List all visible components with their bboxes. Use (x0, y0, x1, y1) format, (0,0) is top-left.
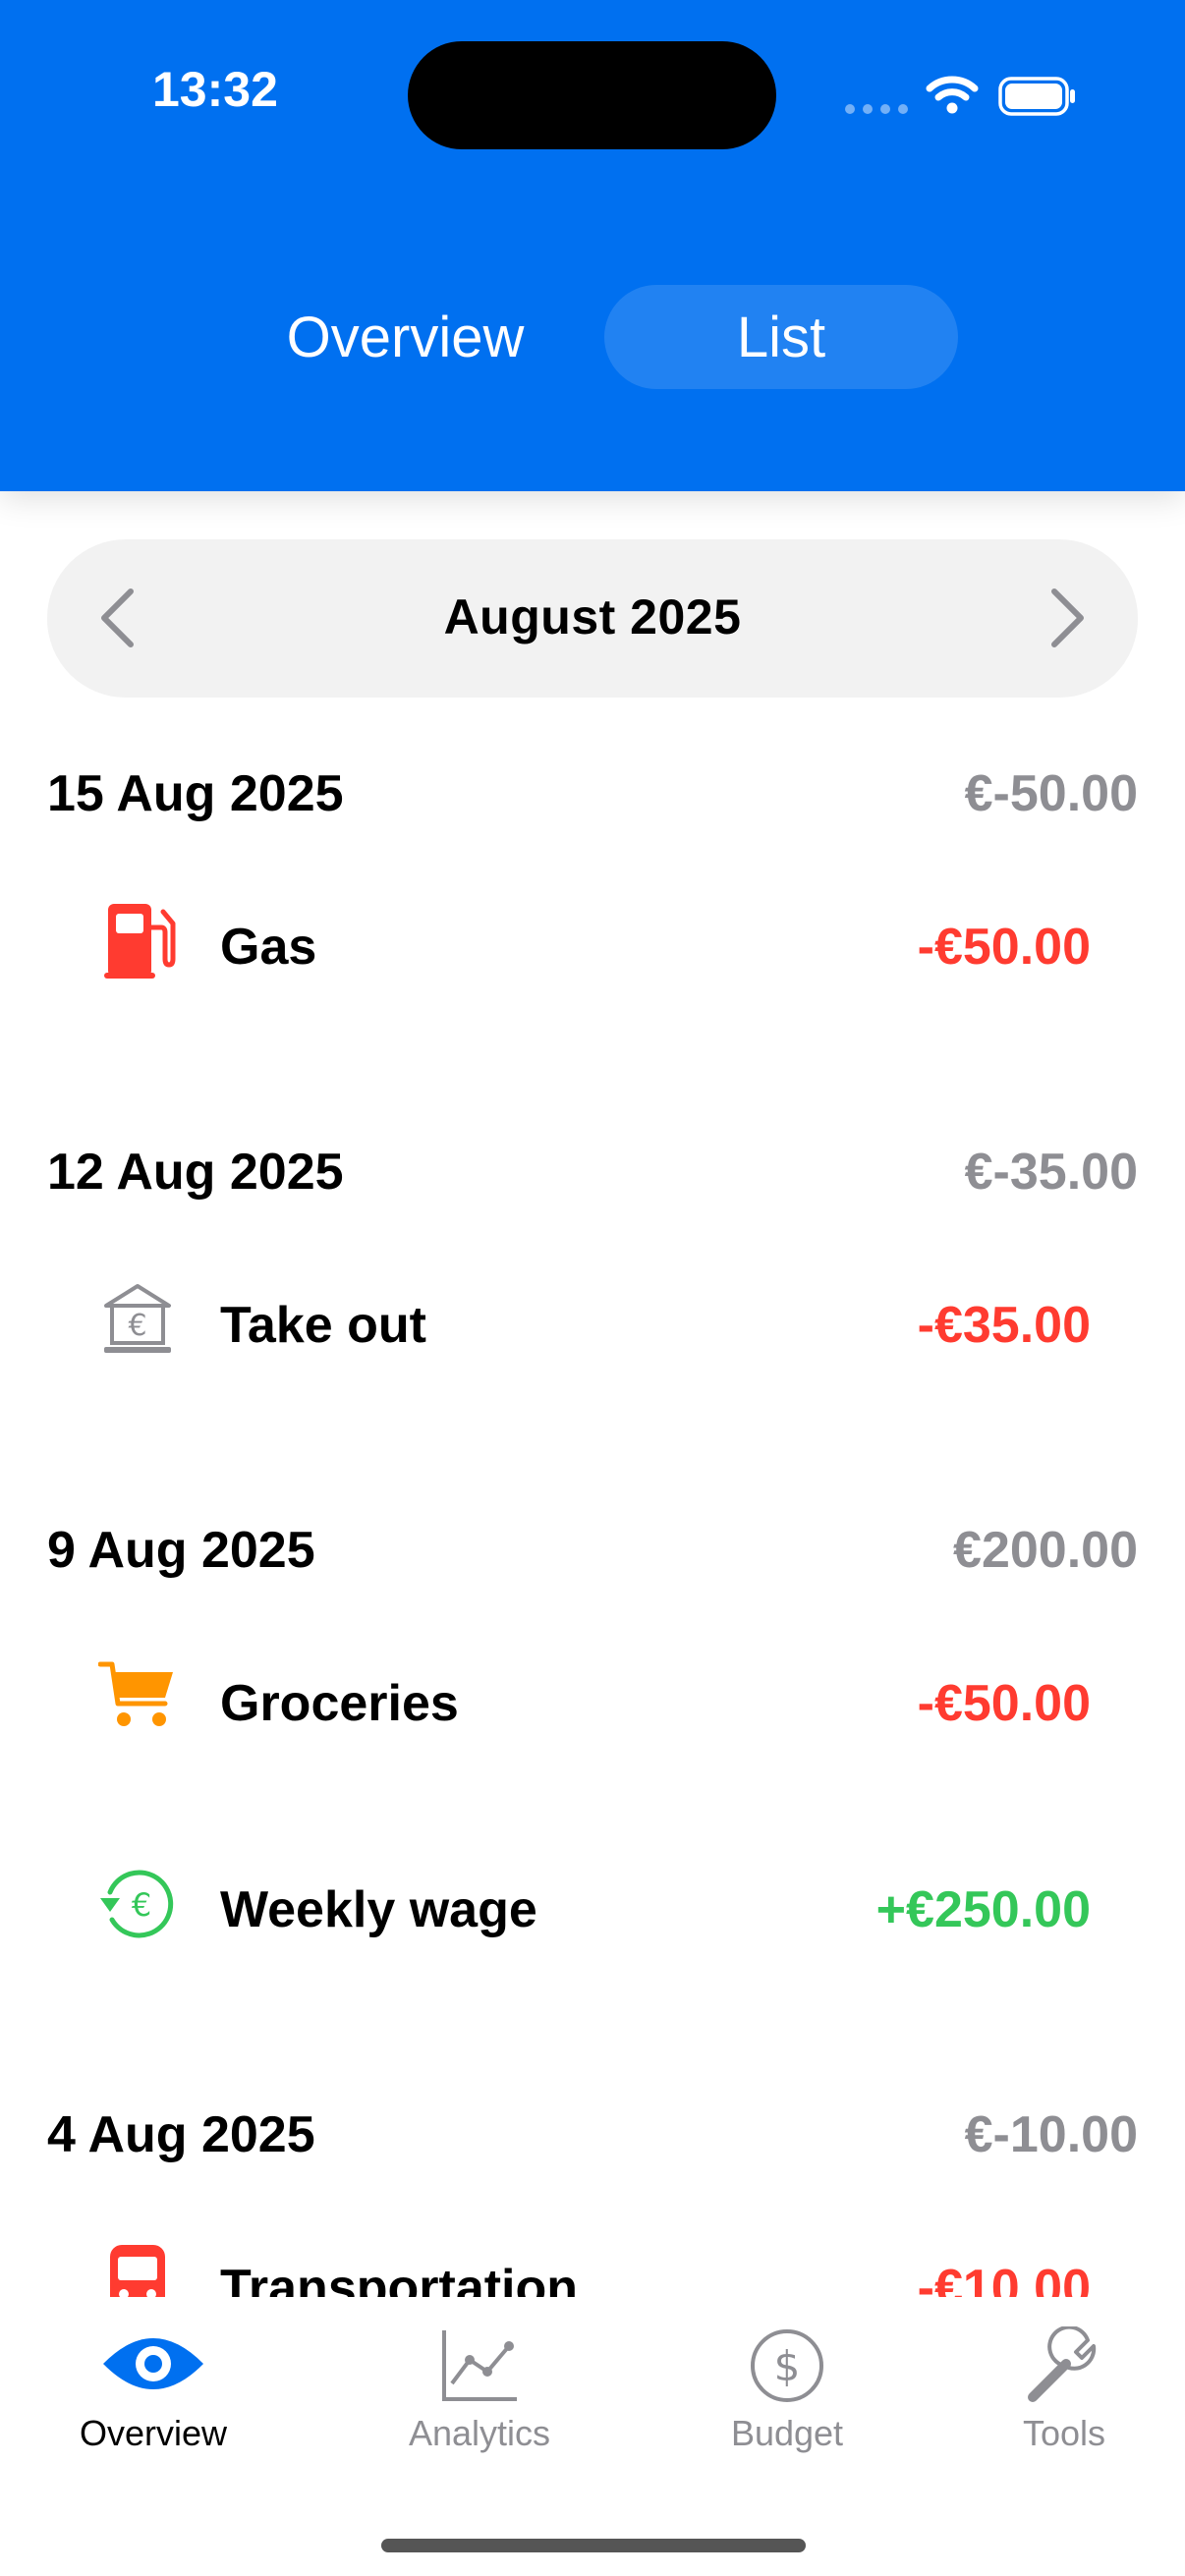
wrench-icon (1028, 2326, 1097, 2402)
month-selector: August 2025 (47, 539, 1138, 698)
transaction-row[interactable]: Gas -€50.00 (98, 902, 1091, 1000)
transaction-row[interactable]: Groceries -€50.00 (98, 1658, 1091, 1757)
eye-icon (103, 2338, 203, 2389)
svg-text:€: € (132, 1886, 151, 1924)
month-label: August 2025 (443, 589, 742, 644)
tab-analytics[interactable]: Analytics (352, 2297, 607, 2454)
segment-overview[interactable]: Overview (251, 285, 560, 389)
status-time: 13:32 (152, 62, 278, 117)
battery-icon (998, 77, 1075, 116)
svg-text:€: € (128, 1309, 146, 1343)
top-header: 13:32 Overview List (0, 0, 1185, 491)
day-date: 15 Aug 2025 (47, 765, 344, 822)
transaction-name: Groceries (220, 1675, 459, 1732)
transaction-name: Take out (220, 1297, 426, 1354)
transaction-amount: -€50.00 (917, 919, 1091, 976)
transaction-row[interactable]: € Weekly wage +€250.00 (98, 1865, 1091, 1963)
transaction-row[interactable]: € Take out -€35.00 (98, 1280, 1091, 1378)
shopping-cart-icon (98, 1661, 173, 1726)
day-total: €200.00 (953, 1522, 1138, 1579)
tab-budget[interactable]: $ Budget (659, 2297, 915, 2454)
tab-overview[interactable]: Overview (26, 2297, 281, 2454)
home-indicator[interactable] (381, 2539, 806, 2552)
chevron-right-icon[interactable] (1030, 584, 1099, 652)
segment-list[interactable]: List (604, 285, 958, 389)
chart-icon (442, 2330, 517, 2401)
wifi-icon (926, 76, 979, 114)
day-total: €-10.00 (964, 2106, 1138, 2163)
day-header: 12 Aug 2025 €-35.00 (47, 1143, 1138, 1211)
day-header: 9 Aug 2025 €200.00 (47, 1521, 1138, 1590)
transaction-amount: +€250.00 (875, 1881, 1091, 1938)
tab-label: Analytics (408, 2413, 551, 2453)
tab-label: Overview (79, 2413, 228, 2453)
tab-label: Budget (730, 2413, 844, 2453)
fuel-pump-icon (104, 904, 176, 979)
tab-bar: Overview Analytics $ Budget Tools (0, 2297, 1185, 2576)
dollar-circle-icon: $ (751, 2329, 823, 2402)
dynamic-island (408, 41, 776, 149)
transaction-name: Gas (220, 919, 317, 976)
bank-euro-icon: € (104, 1284, 171, 1353)
day-total: €-35.00 (964, 1144, 1138, 1201)
transaction-amount: -€35.00 (917, 1297, 1091, 1354)
day-date: 4 Aug 2025 (47, 2106, 315, 2163)
transaction-name: Weekly wage (220, 1881, 537, 1938)
day-header: 4 Aug 2025 €-10.00 (47, 2105, 1138, 2174)
svg-text:$: $ (774, 2342, 801, 2390)
cellular-signal-icon (845, 104, 909, 116)
transaction-amount: -€50.00 (917, 1675, 1091, 1732)
tab-tools[interactable]: Tools (936, 2297, 1185, 2454)
tab-label: Tools (1022, 2413, 1106, 2453)
day-total: €-50.00 (964, 765, 1138, 822)
day-date: 9 Aug 2025 (47, 1522, 315, 1579)
day-header: 15 Aug 2025 €-50.00 (47, 764, 1138, 833)
day-date: 12 Aug 2025 (47, 1144, 344, 1201)
euro-refund-icon: € (100, 1870, 174, 1938)
